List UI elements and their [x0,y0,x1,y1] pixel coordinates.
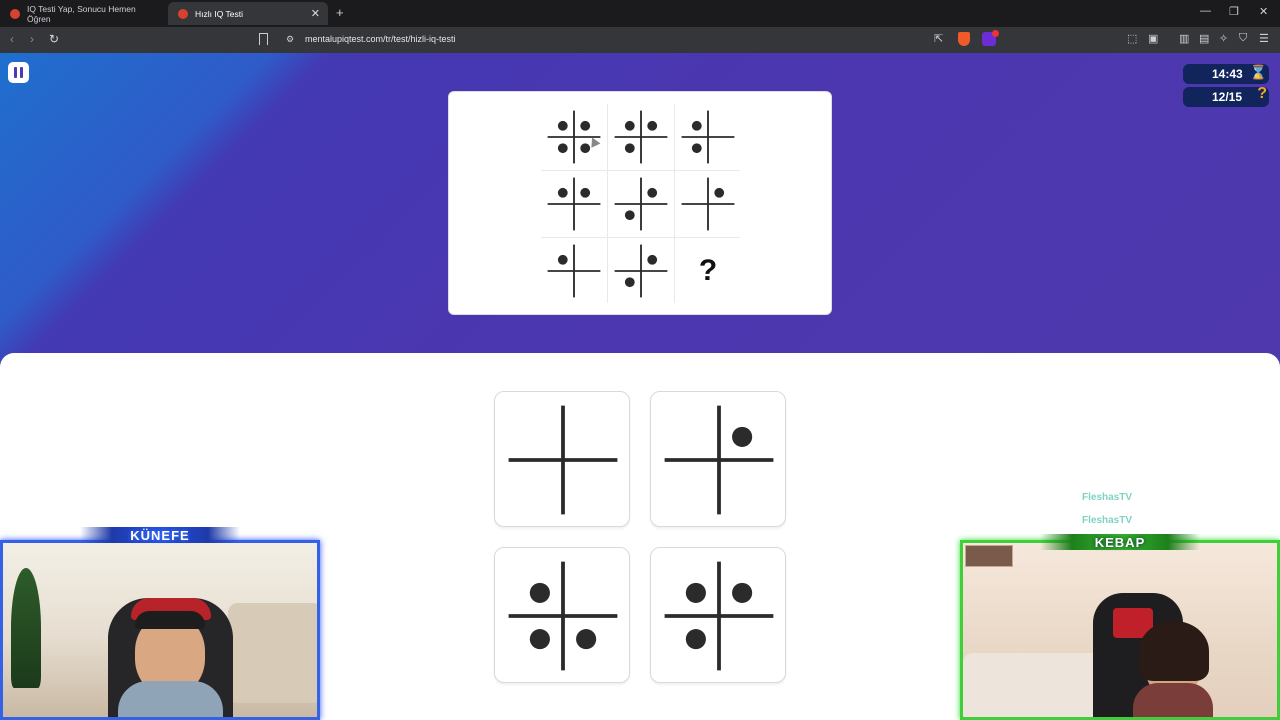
question-counter-value: 12/15 [1212,90,1243,104]
tab-iq-test[interactable]: IQ Testi Yap, Sonucu Hemen Öğren [0,2,165,25]
tab-title: IQ Testi Yap, Sonucu Hemen Öğren [27,3,136,24]
missing-cell: ? [675,238,741,304]
back-icon[interactable]: ‹ [10,32,14,46]
browser-toolbar: ‹ › ↻ ⚙ mentalupiqtest.com/tr/test/hizli… [0,27,1280,53]
puzzle-cell [608,238,674,304]
leo-ai-icon[interactable]: ✧ [1219,32,1228,45]
dot-tl [557,120,568,131]
cell-figure [614,110,668,164]
forward-icon[interactable]: › [30,32,34,46]
dot-tr [732,582,753,603]
cell-figure [547,177,601,231]
cell-figure [681,177,735,231]
chat-username: FleshasTV [1082,492,1133,503]
dot-tr [647,187,658,198]
vpn-icon[interactable]: ⛉ [1239,32,1247,45]
option-figure [664,405,774,515]
pause-button[interactable] [8,62,29,83]
sidebar-icon[interactable]: ▥ [1179,32,1189,45]
site-settings-icon[interactable]: ⚙ [286,34,294,45]
puzzle-cell [675,104,741,170]
dot-tr [580,187,591,198]
close-window-icon[interactable]: ✕ [1259,5,1268,18]
chat-username: FleshasTV [1082,515,1133,526]
dot-bl [691,143,702,154]
dot-bl [624,277,635,288]
restore-icon[interactable]: ❐ [1229,5,1239,18]
dot-bl [557,143,568,154]
tab-quick-iq-test[interactable]: Hızlı IQ Testi ✕ [168,2,328,25]
puzzle-cell [608,104,674,170]
missing-piece-question-mark: ? [698,254,718,287]
bookmark-icon[interactable] [259,33,268,45]
option-figure [508,405,618,515]
close-tab-icon[interactable]: ✕ [311,7,320,20]
dot-tl [691,120,702,131]
option-figure [664,561,774,671]
tab-title: Hızlı IQ Testi [195,8,244,19]
question-counter-badge: 12/15 ? [1183,85,1269,107]
extensions-icon[interactable]: ⬚ [1127,32,1137,45]
puzzle-cell [541,171,607,237]
cell-figure [614,177,668,231]
share-icon[interactable]: ⇱ [934,32,943,45]
dot-tr [732,426,753,447]
dot-tl [624,120,635,131]
dot-tl [557,254,568,265]
dot-tl [529,582,550,603]
small-preview-thumbnail [965,545,1013,567]
answer-option[interactable] [494,391,630,527]
dot-br [580,143,591,154]
timer-value: 14:43 [1212,67,1243,81]
answer-option[interactable] [494,547,630,683]
new-tab-icon[interactable]: + [336,5,344,20]
question-icon: ? [1257,85,1267,102]
webcam-left-banner: KÜNEFE [80,527,240,543]
answer-option[interactable] [650,391,786,527]
dot-tr [580,120,591,131]
reload-icon[interactable]: ↻ [49,32,59,46]
dot-bl [624,143,635,154]
dot-tr [714,187,725,198]
puzzle-card: ? [448,91,832,315]
tabs-icon[interactable]: ▤ [1199,32,1209,45]
address-bar[interactable]: mentalupiqtest.com/tr/test/hizli-iq-test… [305,34,456,44]
puzzle-grid: ? [541,104,741,304]
answer-option[interactable] [650,547,786,683]
puzzle-cell [675,171,741,237]
webcam-right-banner: KEBAP [1040,534,1200,550]
puzzle-cell [608,171,674,237]
webcam-right [960,540,1280,720]
site-favicon-icon [10,8,20,19]
dot-bl [529,629,550,650]
dot-bl [685,629,706,650]
puzzle-cell [541,238,607,304]
dot-tr [647,120,658,131]
cell-figure [681,110,735,164]
wallet-icon[interactable]: ▣ [1148,32,1158,45]
dot-tl [557,187,568,198]
minimize-icon[interactable]: — [1200,5,1211,17]
cell-figure [547,244,601,298]
dot-tr [647,254,658,265]
site-favicon-icon [178,8,188,19]
menu-icon[interactable]: ☰ [1259,32,1269,45]
rewards-icon[interactable] [982,30,999,46]
option-figure [508,561,618,671]
brave-shield-icon[interactable] [958,32,970,46]
webcam-left [0,540,320,720]
dot-tl [685,582,706,603]
dot-br [576,629,597,650]
cell-figure [614,244,668,298]
dot-bl [624,210,635,221]
timer-badge: 14:43 ⌛ [1183,64,1269,84]
tab-bar: IQ Testi Yap, Sonucu Hemen Öğren Hızlı I… [0,0,1280,27]
hourglass-icon: ⌛ [1249,64,1267,80]
